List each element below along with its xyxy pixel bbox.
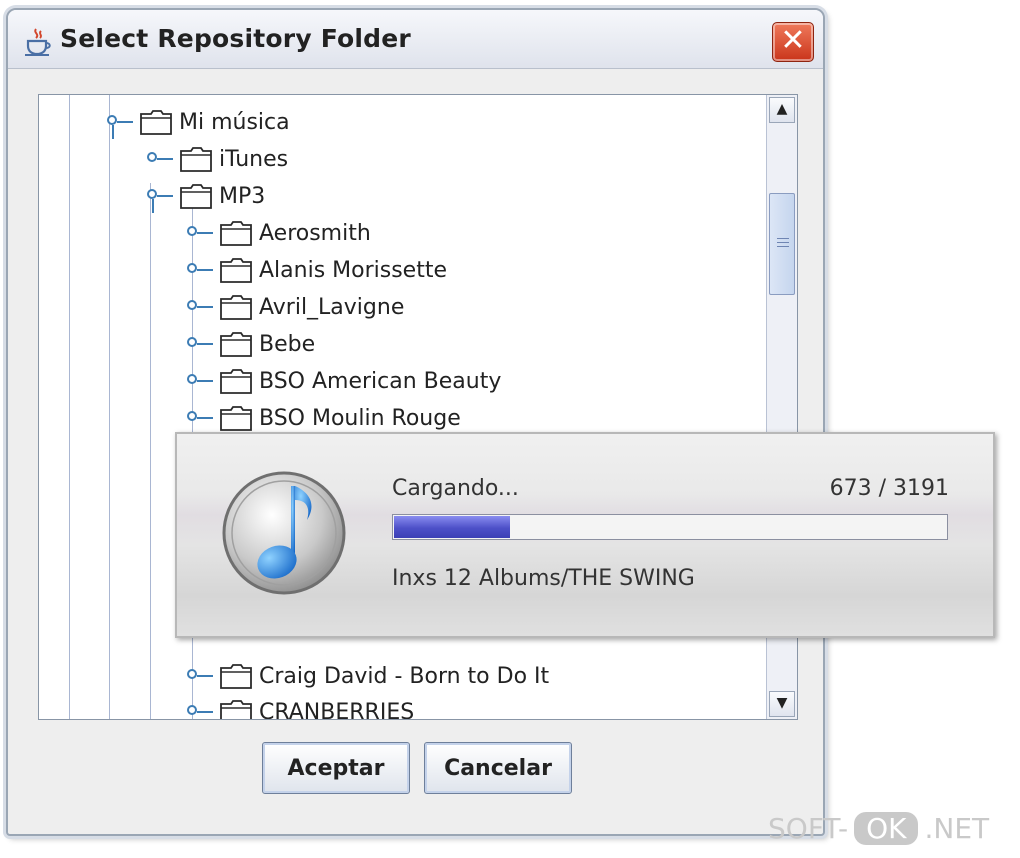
tree-item[interactable]: Avril_Lavigne xyxy=(179,290,404,324)
tree-item[interactable]: Aerosmith xyxy=(179,216,371,250)
tree-guide-line xyxy=(69,95,70,719)
watermark-pill: OK xyxy=(854,812,919,845)
folder-icon xyxy=(220,664,252,689)
tree-guide-line xyxy=(150,183,151,719)
scroll-thumb[interactable] xyxy=(769,193,795,295)
folder-icon xyxy=(220,221,252,246)
folder-icon xyxy=(220,369,252,394)
arrow-down-icon: ▼ xyxy=(776,695,788,711)
collapsed-toggle-icon[interactable] xyxy=(179,659,219,693)
collapsed-toggle-icon[interactable] xyxy=(179,401,219,435)
tree-item-label: Craig David - Born to Do It xyxy=(259,663,550,689)
title-bar[interactable]: Select Repository Folder ✕ xyxy=(8,10,823,69)
collapsed-toggle-icon[interactable] xyxy=(179,327,219,361)
expanded-toggle-icon[interactable] xyxy=(99,105,139,139)
tree-item-label: BSO American Beauty xyxy=(259,368,502,394)
expanded-toggle-icon[interactable] xyxy=(139,179,179,213)
folder-icon xyxy=(220,406,252,431)
music-note-icon xyxy=(222,471,346,595)
tree-item[interactable]: Craig David - Born to Do It xyxy=(179,659,549,693)
folder-icon xyxy=(220,332,252,357)
tree-item[interactable]: Alanis Morissette xyxy=(179,253,447,287)
scroll-down-button[interactable]: ▼ xyxy=(769,691,795,717)
java-cup-icon xyxy=(25,28,51,56)
folder-icon xyxy=(220,295,252,320)
cancel-button[interactable]: Cancelar xyxy=(424,742,572,794)
current-file-path: Inxs 12 Albums/THE SWING xyxy=(392,566,695,591)
tree-item[interactable]: Mi música xyxy=(99,105,290,139)
collapsed-toggle-icon[interactable] xyxy=(139,142,179,176)
select-repository-dialog: Select Repository Folder ✕ Mi música iTun… xyxy=(6,8,825,836)
folder-icon xyxy=(180,184,212,209)
folder-icon xyxy=(140,110,172,135)
loading-panel: Cargando... 673 / 3191 Inxs 12 Albums/TH… xyxy=(175,432,995,638)
tree-item[interactable]: Bebe xyxy=(179,327,315,361)
watermark-left: SOFT- xyxy=(768,812,849,845)
close-button[interactable]: ✕ xyxy=(772,22,814,62)
tree-item[interactable]: BSO Moulin Rouge xyxy=(179,401,461,435)
loading-count: 673 / 3191 xyxy=(829,476,949,501)
collapsed-toggle-icon[interactable] xyxy=(179,253,219,287)
tree-item-label: Mi música xyxy=(179,109,290,135)
scroll-up-button[interactable]: ▲ xyxy=(769,97,795,123)
tree-guide-line xyxy=(109,95,110,719)
dialog-title: Select Repository Folder xyxy=(60,24,411,53)
tree-item-label: BSO Moulin Rouge xyxy=(259,405,461,431)
progress-fill xyxy=(394,516,510,538)
watermark-right: .NET xyxy=(924,812,990,845)
collapsed-toggle-icon[interactable] xyxy=(179,364,219,398)
loading-label: Cargando... xyxy=(392,476,519,501)
tree-item-label: iTunes xyxy=(219,146,289,172)
tree-item[interactable]: BSO American Beauty xyxy=(179,364,501,398)
collapsed-toggle-icon[interactable] xyxy=(179,290,219,324)
arrow-up-icon: ▲ xyxy=(776,101,788,117)
folder-icon xyxy=(220,700,252,719)
tree-item[interactable]: CRANBERRIES xyxy=(179,695,415,720)
tree-item-label: CRANBERRIES xyxy=(259,699,415,720)
accept-button[interactable]: Aceptar xyxy=(262,742,410,794)
collapsed-toggle-icon[interactable] xyxy=(179,216,219,250)
tree-item-label: Avril_Lavigne xyxy=(259,294,405,320)
watermark: SOFT- OK .NET xyxy=(768,812,989,845)
tree-item[interactable]: iTunes xyxy=(139,142,288,176)
tree-item-label: Bebe xyxy=(259,331,316,357)
tree-item-label: MP3 xyxy=(219,183,266,209)
collapsed-toggle-icon[interactable] xyxy=(179,695,219,719)
tree-item[interactable]: MP3 xyxy=(139,179,265,213)
tree-item-label: Alanis Morissette xyxy=(259,257,447,283)
tree-item-label: Aerosmith xyxy=(259,220,371,246)
folder-icon xyxy=(220,258,252,283)
loading-progress-bar xyxy=(392,514,948,540)
folder-icon xyxy=(180,147,212,172)
